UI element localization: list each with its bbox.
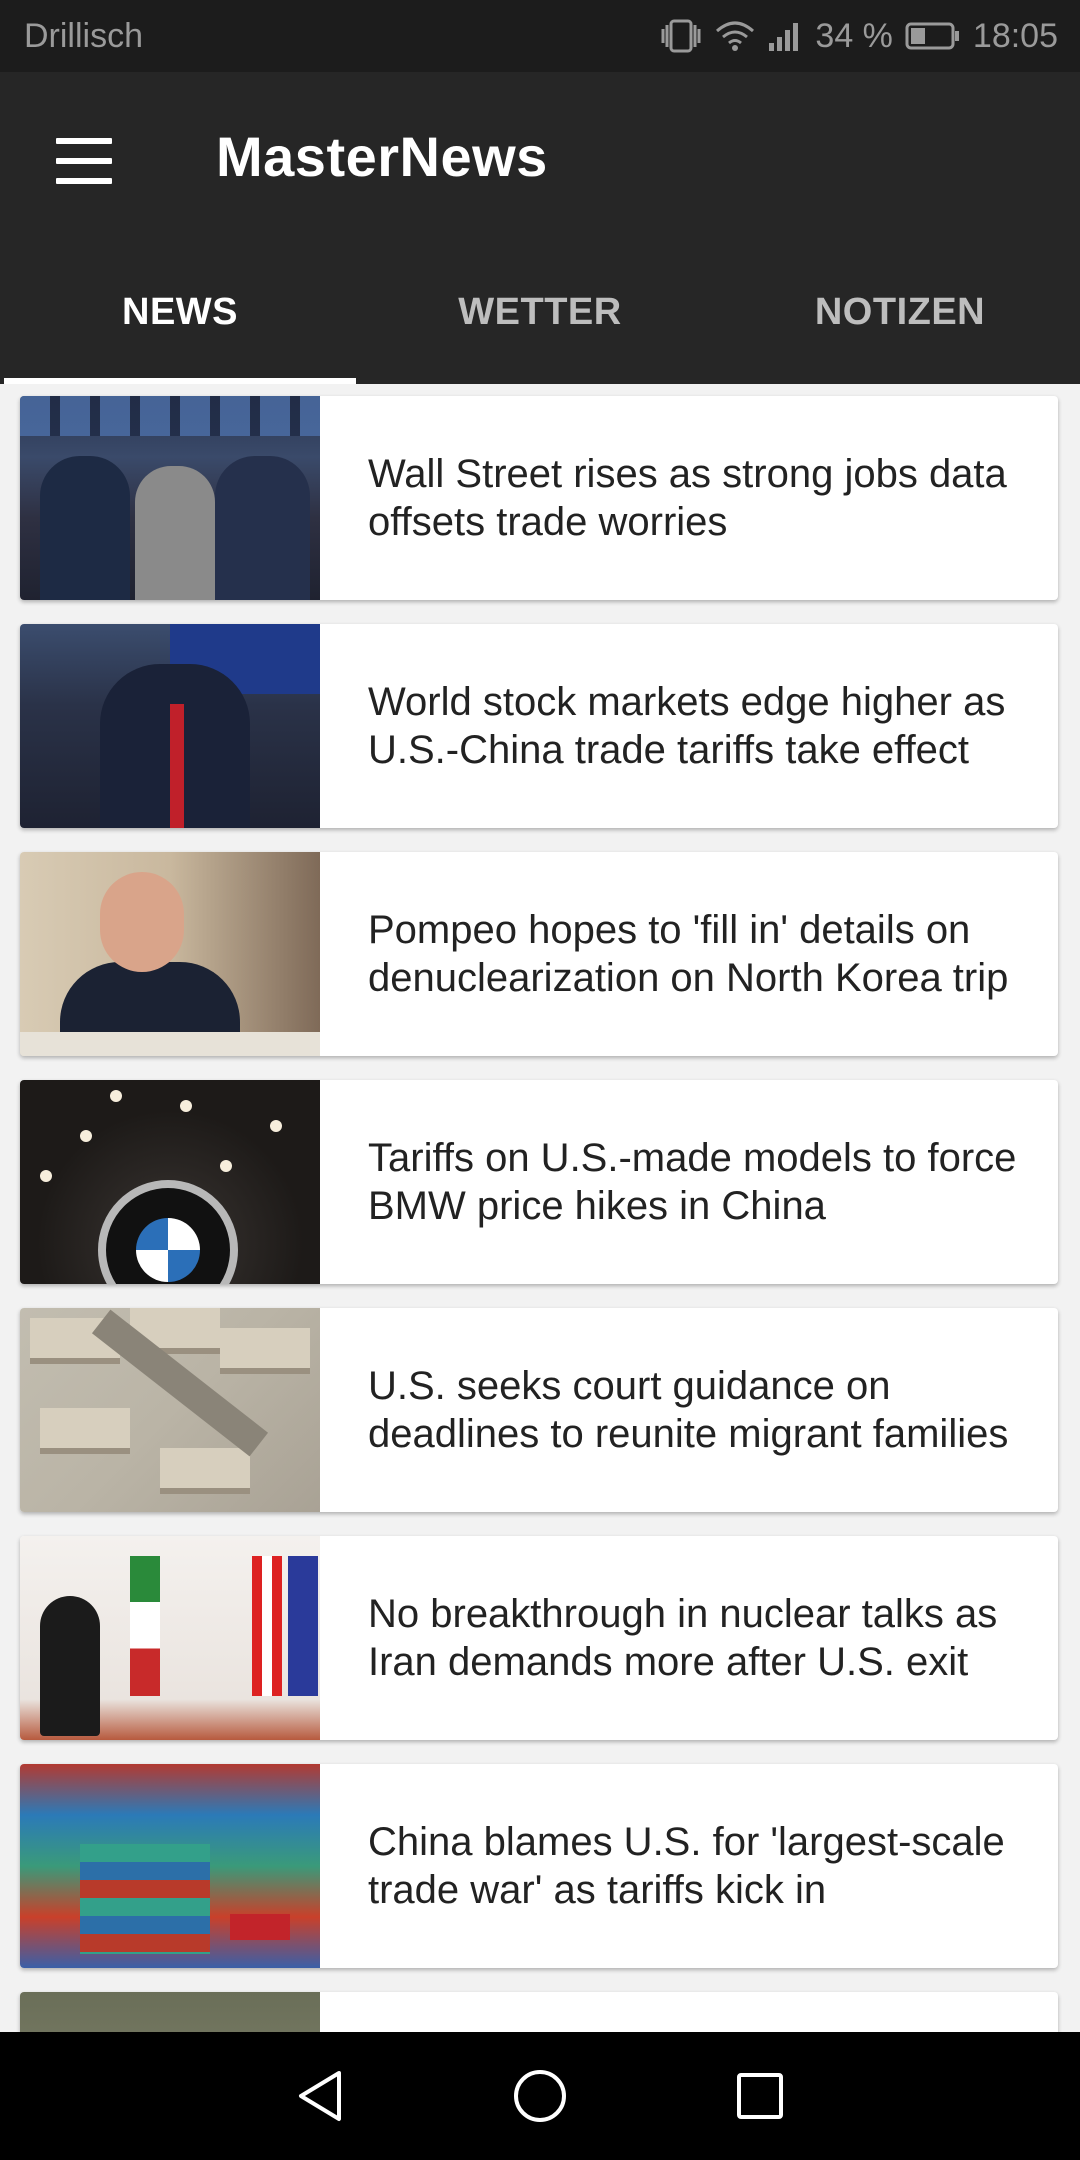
battery-percent: 34 % xyxy=(815,16,893,55)
news-headline xyxy=(320,1992,1058,2032)
news-thumbnail xyxy=(20,1764,320,1968)
news-headline: Tariffs on U.S.-made models to force BMW… xyxy=(368,1136,1017,1228)
news-thumbnail xyxy=(20,1308,320,1512)
vibrate-icon xyxy=(661,19,701,53)
battery-icon xyxy=(905,22,959,50)
signal-icon xyxy=(769,23,799,51)
news-card[interactable]: Tariffs on U.S.-made models to force BMW… xyxy=(20,1080,1058,1284)
news-card[interactable] xyxy=(20,1992,1058,2032)
hamburger-menu-icon[interactable] xyxy=(56,138,112,184)
news-thumbnail xyxy=(20,396,320,600)
news-headline: U.S. seeks court guidance on deadlines t… xyxy=(368,1364,1009,1456)
news-headline: No breakthrough in nuclear talks as Iran… xyxy=(368,1592,998,1684)
recents-icon[interactable] xyxy=(725,2061,795,2131)
wifi-icon xyxy=(716,21,755,51)
news-card[interactable]: Wall Street rises as strong jobs data of… xyxy=(20,396,1058,600)
tab-news[interactable]: NEWS xyxy=(0,240,360,384)
news-card[interactable]: U.S. seeks court guidance on deadlines t… xyxy=(20,1308,1058,1512)
news-thumbnail xyxy=(20,624,320,828)
news-headline: Wall Street rises as strong jobs data of… xyxy=(368,452,1007,544)
tab-bar: NEWS WETTER NOTIZEN xyxy=(0,240,1080,384)
tab-notizen[interactable]: NOTIZEN xyxy=(720,240,1080,384)
clock: 18:05 xyxy=(972,16,1058,55)
back-icon[interactable] xyxy=(285,2061,355,2131)
news-thumbnail xyxy=(20,1080,320,1284)
news-thumbnail xyxy=(20,852,320,1056)
news-card[interactable]: China blames U.S. for 'largest-scale tra… xyxy=(20,1764,1058,1968)
news-thumbnail xyxy=(20,1992,320,2032)
system-nav-bar xyxy=(0,2032,1080,2160)
news-thumbnail xyxy=(20,1536,320,1740)
app-title: MasterNews xyxy=(216,125,548,188)
news-feed[interactable]: Wall Street rises as strong jobs data of… xyxy=(0,384,1080,2032)
carrier-label: Drillisch xyxy=(24,16,143,55)
home-icon[interactable] xyxy=(505,2061,575,2131)
news-headline: Pompeo hopes to 'fill in' details on den… xyxy=(368,908,1009,1000)
tab-wetter[interactable]: WETTER xyxy=(360,240,720,384)
news-card[interactable]: World stock markets edge higher as U.S.-… xyxy=(20,624,1058,828)
status-bar: Drillisch 34 % 18:05 xyxy=(0,0,1080,72)
news-headline: China blames U.S. for 'largest-scale tra… xyxy=(368,1820,1005,1912)
news-card[interactable]: Pompeo hopes to 'fill in' details on den… xyxy=(20,852,1058,1056)
status-icons: 34 % 18:05 xyxy=(659,17,1058,56)
app-bar: MasterNews NEWS WETTER NOTIZEN xyxy=(0,72,1080,384)
news-card[interactable]: No breakthrough in nuclear talks as Iran… xyxy=(20,1536,1058,1740)
news-headline: World stock markets edge higher as U.S.-… xyxy=(368,680,1006,772)
